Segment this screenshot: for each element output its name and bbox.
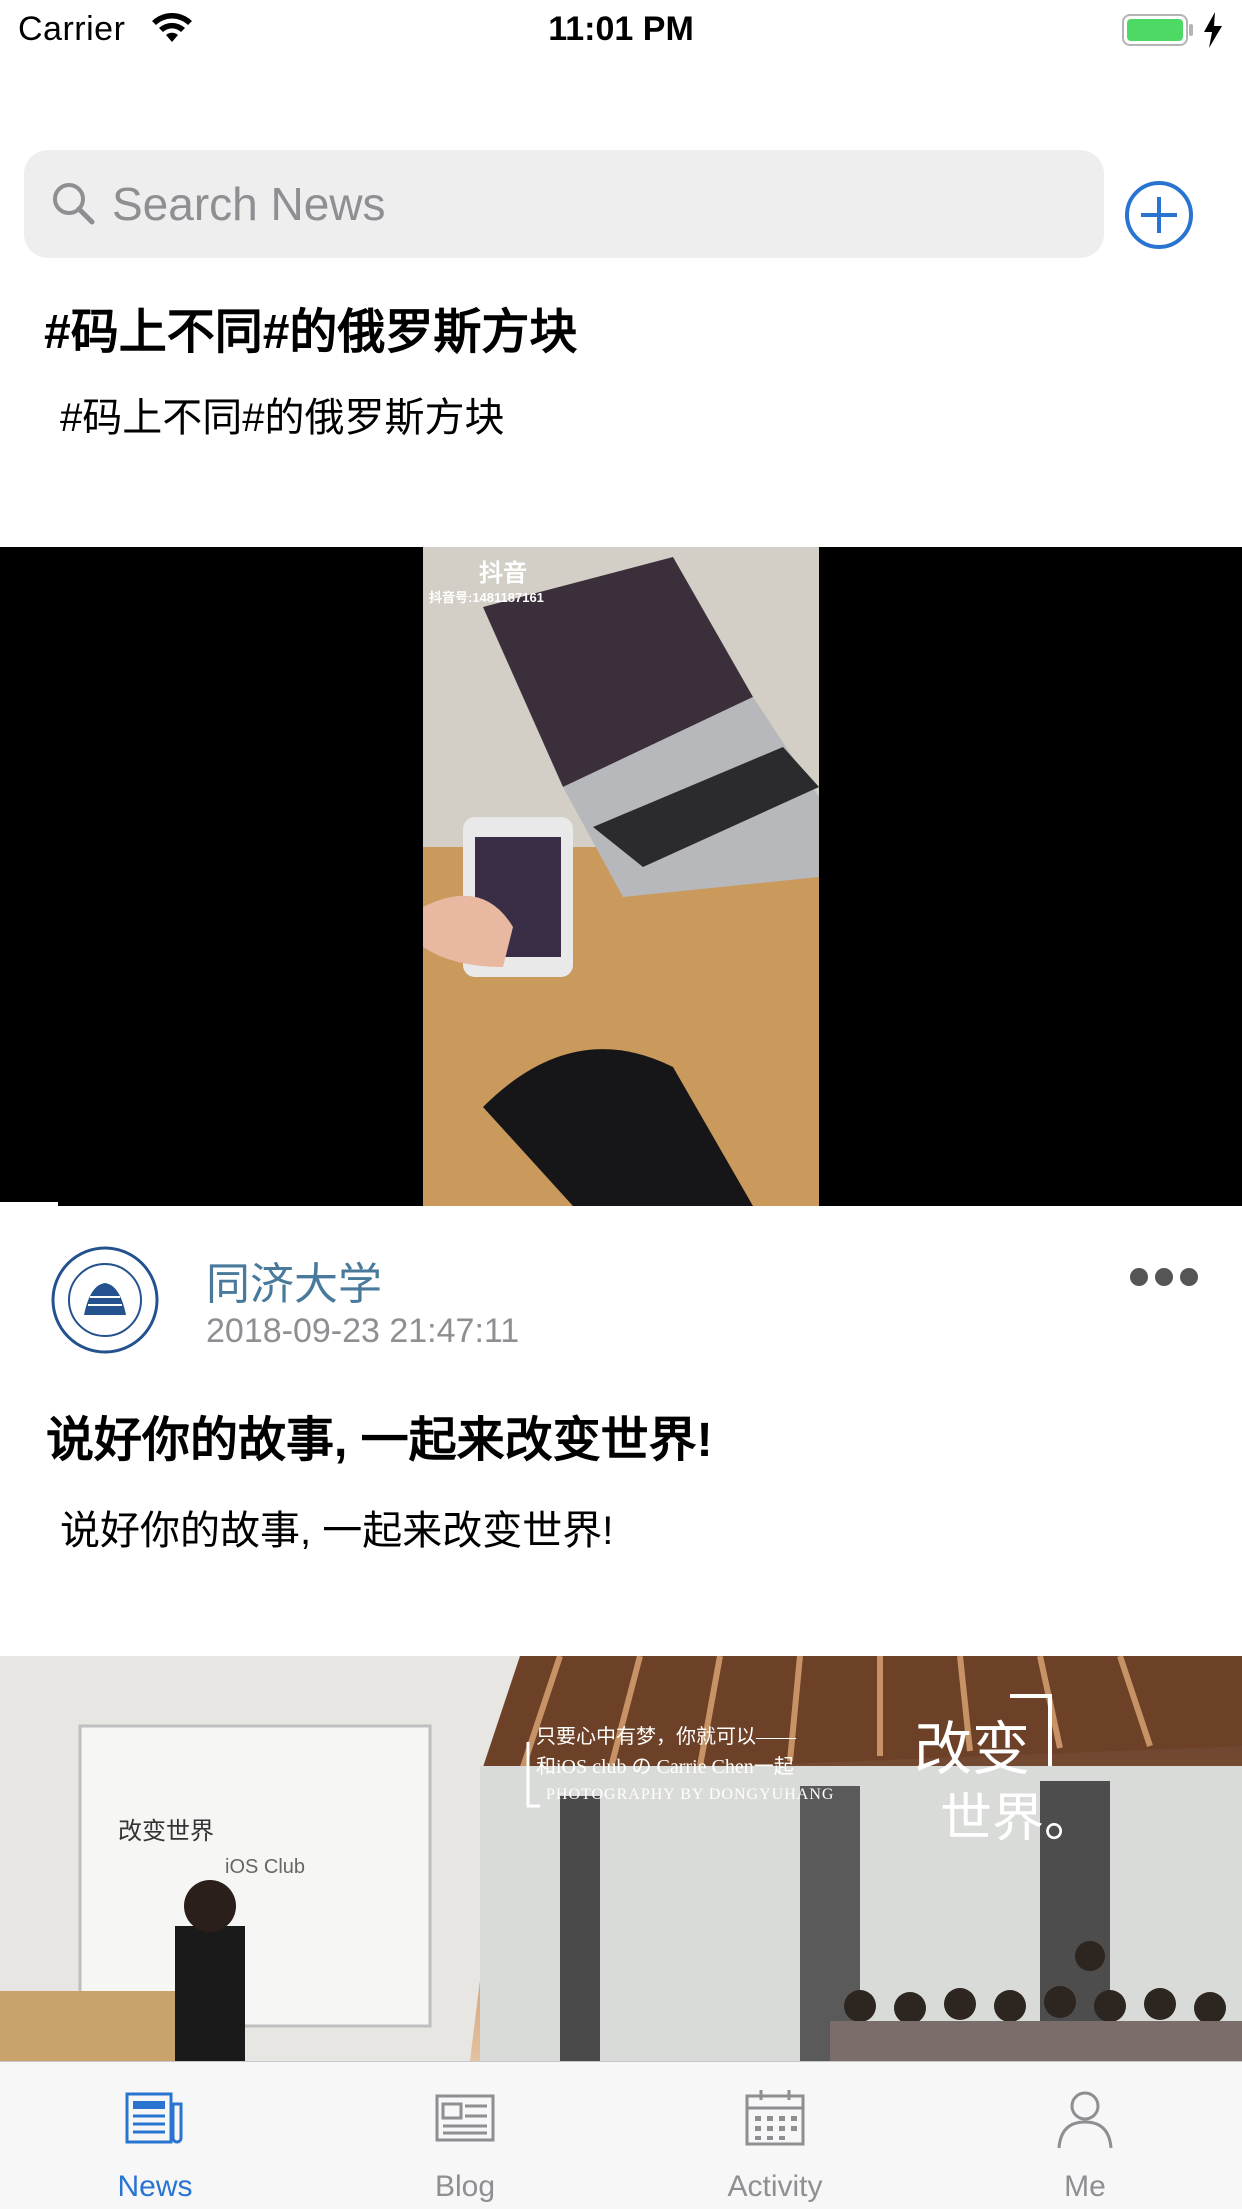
status-bar: Carrier 11:01 PM [0, 0, 1242, 60]
newspaper-icon [125, 2092, 183, 2144]
more-icon-dot [1180, 1268, 1198, 1286]
search-icon [53, 183, 95, 225]
video-progress [0, 1202, 58, 1206]
more-options-button[interactable] [1126, 1262, 1202, 1292]
tab-label: Me [1064, 2170, 1106, 2203]
tab-bar: News Blog Activity Me [0, 2061, 1242, 2209]
more-icon-dot [1130, 1268, 1148, 1286]
video-frame: 抖音 抖音号:1481187161 [423, 547, 819, 1206]
post-image[interactable]: 改变世界 iOS Club 只要心中有梦，你就可以—— 和iOS club の … [0, 1656, 1242, 2061]
search-input[interactable] [112, 150, 1072, 258]
tab-label: News [117, 2170, 193, 2203]
tab-blog[interactable]: Blog [310, 2062, 620, 2209]
big-text-2: 世界。 [940, 1790, 1097, 1848]
avatar[interactable] [50, 1245, 160, 1355]
tab-label: Blog [434, 2170, 496, 2203]
tab-activity[interactable]: Activity [620, 2062, 930, 2209]
clock: 11:01 PM [548, 10, 694, 48]
post-title[interactable]: 说好你的故事, 一起来改变世界! [46, 1400, 713, 1470]
author-name[interactable]: 同济大学 [206, 1248, 382, 1312]
video-watermark-app: 抖音 [479, 560, 527, 587]
slide-subtitle: iOS Club [225, 1856, 306, 1878]
calendar-icon [745, 2090, 805, 2146]
video-watermark-id: 抖音号:1481187161 [429, 590, 544, 605]
caption-line-2: 和iOS club の Carrie Chen一起 [536, 1756, 794, 1778]
post-body: #码上不同#的俄罗斯方块 [60, 396, 505, 440]
more-icon-dot [1155, 1268, 1173, 1286]
battery-icon [1122, 14, 1193, 46]
search-bar[interactable] [24, 150, 1104, 258]
caption-line-1: 只要心中有梦，你就可以—— [536, 1726, 796, 1748]
add-news-button[interactable] [1124, 180, 1194, 250]
post-body: 说好你的故事, 一起来改变世界! [60, 1509, 614, 1553]
video-player[interactable]: 抖音 抖音号:1481187161 [0, 547, 1242, 1206]
charging-bolt-icon [1204, 12, 1222, 48]
slide-title: 改变世界 [118, 1818, 214, 1845]
blog-icon [435, 2094, 495, 2142]
post-title[interactable]: #码上不同#的俄罗斯方块 [44, 292, 577, 362]
tab-label: Activity [727, 2170, 823, 2203]
caption-line-3: PHOTOGRAPHY BY DONGYUHANG [546, 1786, 835, 1803]
video-scene [423, 547, 819, 1206]
tab-me[interactable]: Me [930, 2062, 1240, 2209]
post-timestamp: 2018-09-23 21:47:11 [206, 1312, 520, 1350]
tab-news[interactable]: News [0, 2062, 310, 2209]
image-scene [0, 1656, 1242, 2061]
big-text-1: 改变 [914, 1717, 1031, 1782]
person-icon [1057, 2091, 1113, 2149]
